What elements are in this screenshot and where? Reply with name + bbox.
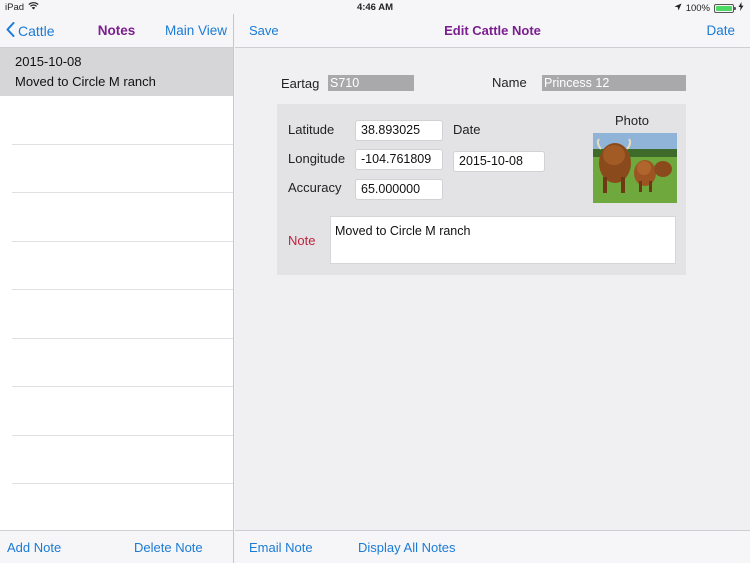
- latitude-field[interactable]: 38.893025: [355, 120, 443, 141]
- back-button[interactable]: Cattle: [6, 22, 55, 40]
- name-label: Name: [492, 75, 527, 90]
- empty-list-row: [12, 484, 233, 530]
- location-panel: Latitude 38.893025 Longitude -104.761809…: [277, 104, 686, 275]
- right-toolbar: Email Note Display All Notes: [235, 530, 750, 563]
- empty-list-row: [12, 96, 233, 145]
- page-title: Edit Cattle Note: [444, 23, 541, 38]
- list-item[interactable]: 2015-10-08 Moved to Circle M ranch: [0, 48, 233, 96]
- note-list: 2015-10-08 Moved to Circle M ranch: [0, 48, 233, 530]
- eartag-label: Eartag: [281, 76, 320, 91]
- note-date: 2015-10-08: [15, 54, 82, 69]
- add-note-button[interactable]: Add Note: [7, 540, 61, 555]
- chevron-left-icon: [6, 22, 15, 40]
- status-time: 4:46 AM: [356, 2, 394, 13]
- status-bar: iPad 4:46 AM 100%: [0, 0, 750, 14]
- date-button[interactable]: Date: [706, 23, 735, 38]
- note-text-area[interactable]: Moved to Circle M ranch: [330, 216, 676, 264]
- note-text: Moved to Circle M ranch: [15, 74, 156, 89]
- empty-list-row: [12, 387, 233, 436]
- empty-list-row: [12, 436, 233, 484]
- left-nav-bar: Cattle Notes Main View: [0, 14, 233, 48]
- eartag-field[interactable]: S710: [328, 75, 414, 91]
- location-arrow-icon: [674, 3, 682, 14]
- longitude-field[interactable]: -104.761809: [355, 149, 443, 170]
- back-button-label: Cattle: [18, 23, 55, 39]
- main-view-button[interactable]: Main View: [165, 23, 227, 38]
- email-note-button[interactable]: Email Note: [249, 540, 313, 555]
- empty-list-row: [12, 193, 233, 242]
- longitude-label: Longitude: [288, 151, 346, 166]
- battery-icon: [714, 3, 736, 13]
- charging-icon: [738, 2, 744, 14]
- note-label: Note: [288, 233, 316, 248]
- note-detail-pane: Save Edit Cattle Note Date Eartag S710 N…: [235, 14, 750, 563]
- battery-percent: 100%: [685, 2, 710, 14]
- empty-list-row: [12, 339, 233, 387]
- photo-label: Photo: [615, 113, 649, 128]
- display-all-notes-button[interactable]: Display All Notes: [358, 540, 456, 555]
- save-button[interactable]: Save: [249, 23, 279, 38]
- delete-note-button[interactable]: Delete Note: [134, 540, 203, 555]
- empty-list-row: [12, 145, 233, 193]
- date-field[interactable]: 2015-10-08: [453, 151, 545, 172]
- empty-list-row: [12, 290, 233, 339]
- date-label: Date: [453, 122, 481, 137]
- cattle-photo[interactable]: [593, 133, 677, 203]
- left-toolbar: Add Note Delete Note: [0, 530, 233, 563]
- accuracy-label: Accuracy: [288, 180, 342, 195]
- right-nav-bar: Save Edit Cattle Note Date: [235, 14, 750, 48]
- empty-list-row: [12, 242, 233, 290]
- latitude-label: Latitude: [288, 122, 335, 137]
- notes-list-pane: Cattle Notes Main View 2015-10-08 Moved …: [0, 14, 234, 563]
- accuracy-field[interactable]: 65.000000: [355, 179, 443, 200]
- name-field[interactable]: Princess 12: [542, 75, 686, 91]
